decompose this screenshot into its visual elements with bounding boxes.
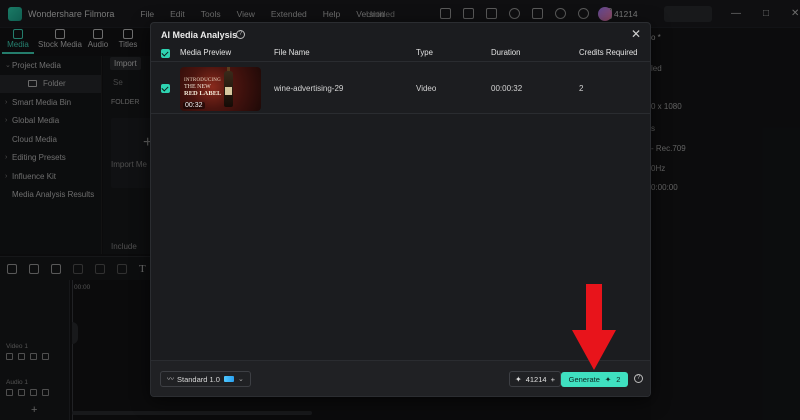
credits-balance[interactable]: ✦ 41214 +	[509, 371, 561, 387]
thumbnail-duration: 00:32	[183, 102, 205, 109]
sparkle-icon: ✦	[604, 375, 612, 384]
help-icon[interactable]: ?	[634, 374, 643, 383]
help-icon[interactable]: ?	[236, 30, 245, 39]
thumbnail-text: INTRODUCING	[184, 78, 221, 83]
credits-required: 2	[579, 84, 584, 93]
row-checkbox[interactable]	[161, 84, 170, 93]
arrow-head	[572, 330, 616, 370]
model-dropdown[interactable]: 〰 Standard 1.0 ⌄	[160, 371, 251, 387]
close-icon[interactable]: ✕	[631, 27, 641, 41]
arrow-shaft	[586, 284, 602, 332]
add-credits-icon[interactable]: +	[551, 375, 555, 384]
generate-cost: 2	[616, 375, 621, 384]
model-label: Standard 1.0	[177, 374, 220, 384]
table-row[interactable]: INTRODUCING THE NEW RED LABEL 00:32 wine…	[151, 61, 650, 114]
wave-icon: 〰	[167, 376, 174, 383]
select-all-checkbox[interactable]	[161, 49, 170, 58]
vip-badge-icon	[223, 376, 234, 382]
column-duration: Duration	[491, 48, 521, 57]
sparkle-icon: ✦	[515, 374, 522, 384]
video-thumbnail[interactable]: INTRODUCING THE NEW RED LABEL 00:32	[180, 67, 261, 111]
dialog-title: AI Media Analysis	[161, 30, 238, 40]
bottle-label	[225, 87, 232, 95]
column-file-name: File Name	[274, 48, 310, 57]
column-type: Type	[416, 48, 433, 57]
column-media-preview: Media Preview	[180, 48, 232, 57]
generate-button[interactable]: Generate ✦ 2	[561, 372, 628, 387]
table-header: Media Preview File Name Type Duration Cr…	[151, 45, 650, 61]
file-duration: 00:00:32	[491, 84, 523, 93]
file-type: Video	[416, 84, 437, 93]
file-name: wine-advertising-29	[274, 84, 344, 93]
chevron-down-icon: ⌄	[237, 376, 244, 383]
column-credits-required: Credits Required	[579, 48, 638, 57]
credits-available: 41214	[525, 374, 547, 384]
thumbnail-text: RED LABEL	[184, 90, 222, 97]
annotation-arrow-icon	[572, 284, 616, 370]
generate-label: Generate	[568, 375, 600, 384]
